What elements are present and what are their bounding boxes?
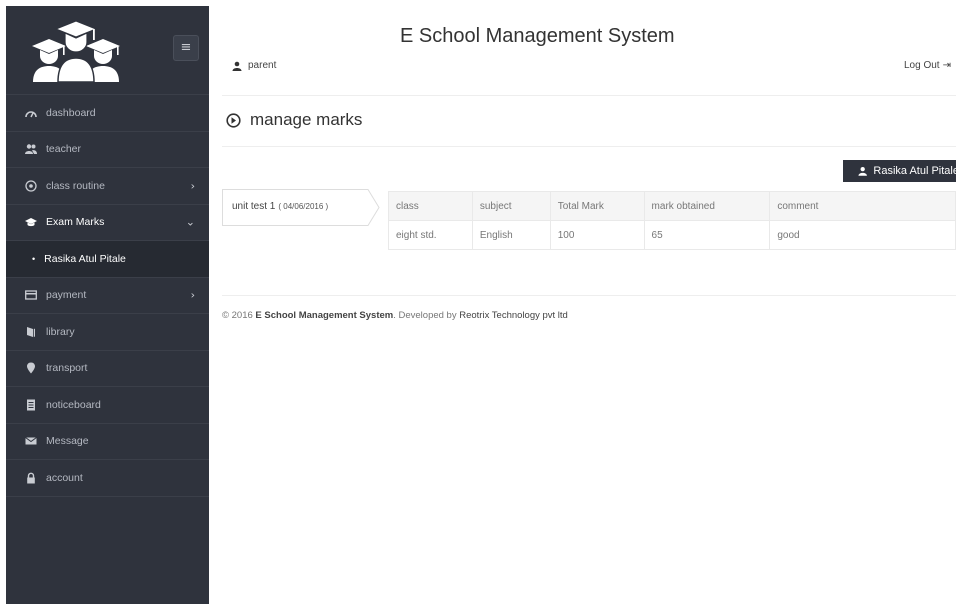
footer: © 2016 E School Management System. Devel… [222,310,568,321]
graduation-cap-icon [25,216,37,228]
logout-link[interactable]: Log Out ⇥ [904,60,951,71]
user-icon [232,61,242,71]
student-select-button[interactable]: Rasika Atul Pitale [843,160,956,182]
envelope-icon [25,435,37,447]
sidebar-item-label: class routine [46,179,105,192]
page-heading: manage marks [226,110,362,130]
footer-company-link[interactable]: Reotrix Technology pvt ltd [459,310,568,321]
logout-label: Log Out [904,60,940,71]
sidebar-item-account[interactable]: account [6,459,209,496]
lock-icon [25,472,37,484]
chevron-right-icon: › [190,179,195,193]
exam-tab-label: unit test 1( 04/06/2016 ) [232,201,328,212]
circle-arrow-right-icon [226,112,241,128]
current-user-label: parent [248,60,277,71]
notice-icon [25,399,37,411]
table-row: eight std. English 100 65 good [388,220,956,250]
sidebar-item-label: Message [46,435,89,448]
bullet-icon: • [32,253,36,264]
sidebar-subitem-student[interactable]: • Rasika Atul Pitale [6,240,209,277]
table-header-row: class subject Total Mark mark obtained c… [388,191,956,221]
graduates-logo-icon[interactable] [30,20,122,85]
app-title: E School Management System [400,25,675,47]
logout-icon: ⇥ [942,60,951,71]
sidebar-item-library[interactable]: library [6,313,209,350]
sidebar-item-label: Exam Marks [46,216,105,229]
sidebar-subitem-label: Rasika Atul Pitale [44,252,126,265]
book-icon [25,326,37,338]
footer-developed-by: . Developed by [393,310,457,321]
exam-name: unit test 1 [232,201,276,212]
exam-tab[interactable]: unit test 1( 04/06/2016 ) [222,189,380,226]
sidebar-nav-end-divider [6,495,209,497]
user-icon [858,166,867,176]
sidebar-item-class-routine[interactable]: class routine › [6,167,209,204]
sidebar-item-label: account [46,471,83,484]
column-header-class: class [388,191,473,221]
cell-class: eight std. [388,220,473,250]
footer-divider [222,295,956,296]
footer-brand: E School Management System [255,310,394,321]
sidebar-item-exam-marks[interactable]: Exam Marks ⌄ [6,203,209,241]
chevron-right-icon: › [190,288,195,302]
current-user[interactable]: parent [232,60,276,71]
header-divider [222,95,956,96]
sidebar-item-transport[interactable]: transport [6,349,209,387]
sidebar-item-message[interactable]: Message [6,422,209,460]
heading-divider [222,146,956,147]
target-icon [25,180,37,192]
sidebar-item-label: teacher [46,143,82,156]
page-title: manage marks [250,110,363,129]
dashboard-gauge-icon [25,107,37,119]
cell-total-mark: 100 [549,220,645,250]
map-marker-icon [25,362,37,374]
sidebar-item-label: payment [46,289,87,302]
footer-copyright: © 2016 [222,310,253,321]
sidebar-item-noticeboard[interactable]: noticeboard [6,386,209,423]
sidebar-item-label: dashboard [46,106,96,119]
sidebar: ≡ dashboard teacher class routine › Exam… [6,6,209,604]
users-icon [25,143,37,155]
column-header-subject: subject [471,191,551,221]
sidebar-item-payment[interactable]: payment › [6,276,209,314]
sidebar-item-teacher[interactable]: teacher [6,130,209,168]
sidebar-brand: ≡ [6,6,209,94]
cell-comment: good [769,220,956,250]
column-header-comment: comment [769,191,956,221]
hamburger-icon: ≡ [180,40,192,55]
sidebar-item-label: noticeboard [46,398,101,411]
cell-mark-obtained: 65 [643,220,771,250]
card-icon [25,289,37,301]
chevron-down-icon: ⌄ [185,215,195,229]
student-select-label: Rasika Atul Pitale [873,165,956,177]
sidebar-item-label: transport [46,362,88,375]
column-header-total-mark: Total Mark [549,191,645,221]
sidebar-item-label: library [46,325,75,338]
exam-date: ( 04/06/2016 ) [278,202,329,211]
marks-table: class subject Total Mark mark obtained c… [388,191,956,250]
sidebar-toggle-button[interactable]: ≡ [173,35,199,61]
column-header-mark-obtained: mark obtained [643,191,771,221]
sidebar-item-dashboard[interactable]: dashboard [6,94,209,131]
cell-subject: English [471,220,551,250]
sidebar-nav: dashboard teacher class routine › Exam M… [6,94,209,497]
